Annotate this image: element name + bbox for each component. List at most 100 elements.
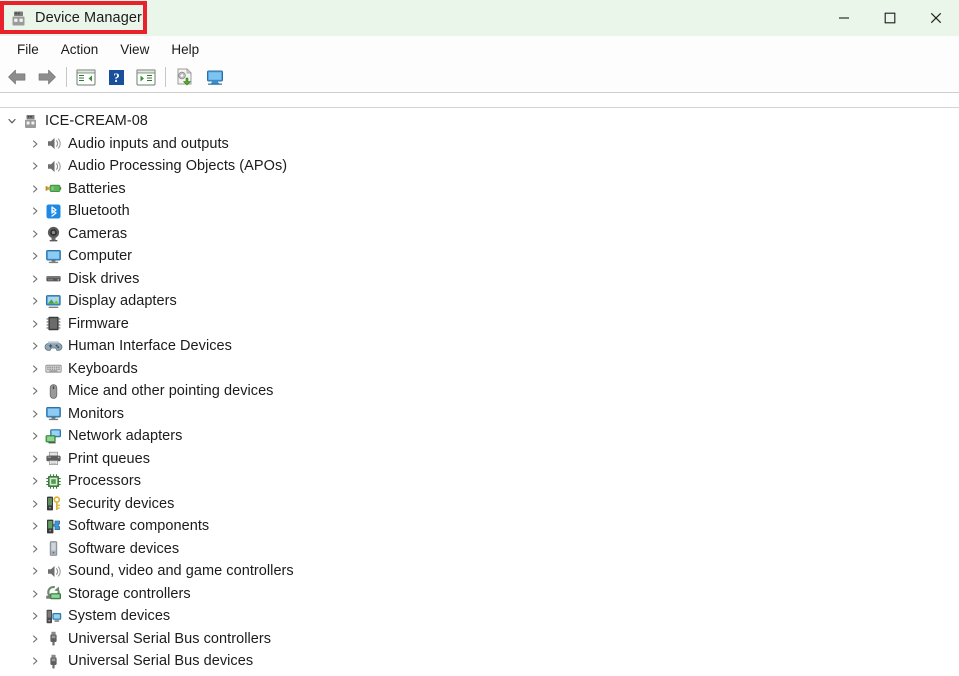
monitor-icon — [45, 248, 62, 265]
chevron-right-icon[interactable] — [26, 296, 43, 306]
tree-item[interactable]: Bluetooth — [0, 200, 959, 223]
chevron-right-icon[interactable] — [26, 656, 43, 666]
tree-item-label: Cameras — [68, 225, 128, 242]
minimize-button[interactable] — [821, 0, 867, 36]
tree-item-label: System devices — [68, 608, 171, 625]
speaker-icon — [45, 158, 62, 175]
chevron-right-icon[interactable] — [26, 161, 43, 171]
tree-item[interactable]: Security devices — [0, 493, 959, 516]
chevron-right-icon[interactable] — [26, 229, 43, 239]
tree-item[interactable]: Universal Serial Bus devices — [0, 650, 959, 673]
tree-item-label: Batteries — [68, 180, 126, 197]
tree-item[interactable]: Processors — [0, 470, 959, 493]
tree-item[interactable]: Network adapters — [0, 425, 959, 448]
close-button[interactable] — [913, 0, 959, 36]
chevron-right-icon[interactable] — [26, 499, 43, 509]
menu-item-file[interactable]: File — [6, 39, 50, 60]
tree-item-label: Print queues — [68, 450, 151, 467]
keyboard-icon — [45, 360, 62, 377]
tree-item[interactable]: Software components — [0, 515, 959, 538]
tree-item-label: Security devices — [68, 495, 175, 512]
chevron-right-icon[interactable] — [26, 634, 43, 644]
chevron-right-icon[interactable] — [26, 206, 43, 216]
title-bar-left: Device Manager — [0, 0, 142, 36]
help-button[interactable]: ? — [101, 63, 131, 91]
speaker-icon — [45, 135, 62, 152]
tree-item[interactable]: Storage controllers — [0, 583, 959, 606]
title-bar: Device Manager — [0, 0, 959, 36]
tree-item-label: Mice and other pointing devices — [68, 383, 274, 400]
menu-item-action[interactable]: Action — [50, 39, 110, 60]
tree-item[interactable]: Display adapters — [0, 290, 959, 313]
forward-button[interactable] — [32, 63, 62, 91]
tree-item[interactable]: Mice and other pointing devices — [0, 380, 959, 403]
tree-root-node[interactable]: ICE-CREAM-08 — [0, 110, 959, 133]
chevron-right-icon[interactable] — [26, 364, 43, 374]
update-driver-button[interactable] — [170, 63, 200, 91]
speaker-icon — [45, 563, 62, 580]
tree-item[interactable]: Audio Processing Objects (APOs) — [0, 155, 959, 178]
tree-item[interactable]: Human Interface Devices — [0, 335, 959, 358]
minimize-icon — [839, 17, 849, 19]
tree-item[interactable]: Print queues — [0, 448, 959, 471]
chevron-right-icon[interactable] — [26, 139, 43, 149]
chevron-right-icon[interactable] — [26, 544, 43, 554]
mouse-icon — [45, 383, 62, 400]
back-arrow-icon — [8, 69, 26, 85]
tree-item[interactable]: Firmware — [0, 313, 959, 336]
tree-item[interactable]: Sound, video and game controllers — [0, 560, 959, 583]
chevron-right-icon[interactable] — [26, 409, 43, 419]
chevron-right-icon[interactable] — [26, 521, 43, 531]
chevron-right-icon[interactable] — [26, 589, 43, 599]
chevron-right-icon[interactable] — [26, 386, 43, 396]
chevron-right-icon[interactable] — [26, 454, 43, 464]
chevron-right-icon[interactable] — [26, 431, 43, 441]
chevron-right-icon[interactable] — [26, 476, 43, 486]
back-button[interactable] — [2, 63, 32, 91]
chevron-right-icon[interactable] — [26, 611, 43, 621]
computer-tower-icon — [22, 113, 39, 130]
tree-item-label: Audio Processing Objects (APOs) — [68, 158, 288, 175]
disk-drive-icon — [45, 270, 62, 287]
firmware-chip-icon — [45, 315, 62, 332]
show-hide-console-tree-button[interactable] — [71, 63, 101, 91]
scan-hardware-changes-button[interactable] — [200, 63, 230, 91]
tree-item-label: Disk drives — [68, 270, 140, 287]
tree-item-label: Universal Serial Bus devices — [68, 653, 254, 670]
chevron-down-icon[interactable] — [3, 116, 20, 126]
device-tree[interactable]: ICE-CREAM-08 Audio inputs and outputs Au… — [0, 108, 959, 676]
menu-item-view[interactable]: View — [109, 39, 160, 60]
tree-item[interactable]: Computer — [0, 245, 959, 268]
toolbar-separator-1 — [66, 67, 67, 87]
chevron-right-icon[interactable] — [26, 251, 43, 261]
properties-panel-icon — [136, 69, 156, 85]
tree-item-label: Monitors — [68, 405, 124, 422]
chevron-right-icon[interactable] — [26, 184, 43, 194]
display-adapter-icon — [45, 293, 62, 310]
chevron-right-icon[interactable] — [26, 274, 43, 284]
device-manager-icon — [10, 10, 27, 27]
tree-item[interactable]: System devices — [0, 605, 959, 628]
menu-bar: File Action View Help — [0, 36, 959, 62]
tree-item[interactable]: Software devices — [0, 538, 959, 561]
chevron-right-icon[interactable] — [26, 566, 43, 576]
chevron-right-icon[interactable] — [26, 341, 43, 351]
help-question-icon: ? — [108, 69, 124, 85]
window-title: Device Manager — [35, 10, 142, 26]
tree-item-label: Processors — [68, 473, 142, 490]
tree-item[interactable]: Disk drives — [0, 268, 959, 291]
tree-item-label: Bluetooth — [68, 203, 130, 220]
maximize-button[interactable] — [867, 0, 913, 36]
properties-button[interactable] — [131, 63, 161, 91]
tree-item[interactable]: Universal Serial Bus controllers — [0, 628, 959, 651]
tree-item[interactable]: Cameras — [0, 223, 959, 246]
chevron-right-icon[interactable] — [26, 319, 43, 329]
bluetooth-icon — [45, 203, 62, 220]
tree-item-label: Computer — [68, 248, 133, 265]
tree-item[interactable]: Monitors — [0, 403, 959, 426]
menu-item-help[interactable]: Help — [160, 39, 210, 60]
console-tree-icon — [76, 69, 96, 85]
tree-item[interactable]: Keyboards — [0, 358, 959, 381]
tree-item[interactable]: Batteries — [0, 178, 959, 201]
tree-item[interactable]: Audio inputs and outputs — [0, 133, 959, 156]
